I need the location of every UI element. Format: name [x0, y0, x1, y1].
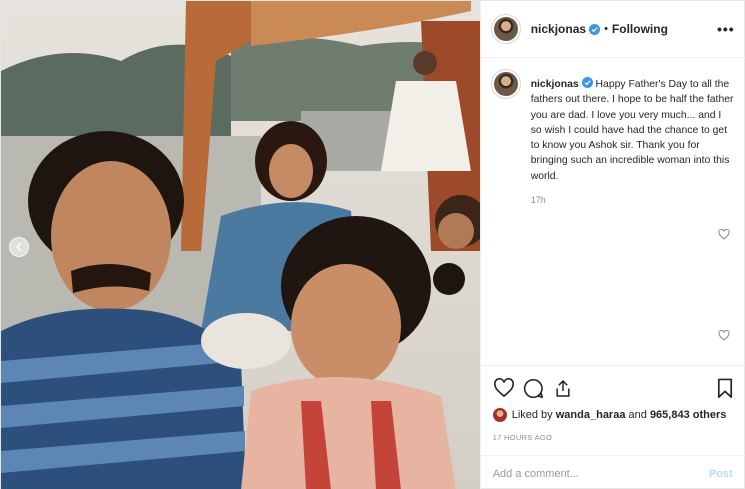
post-age: 17 HOURS AGO: [492, 433, 553, 442]
caption-username[interactable]: nickjonas: [531, 79, 579, 90]
caption-avatar[interactable]: [490, 69, 521, 99]
chevron-left-icon: [15, 242, 22, 252]
post-side-panel: nickjonas • Following ••• nickjonas Happ…: [479, 1, 745, 489]
post-comment-button[interactable]: Post: [709, 468, 733, 480]
following-button[interactable]: Following: [612, 22, 668, 36]
heart-icon[interactable]: [718, 229, 730, 240]
bookmark-icon[interactable]: [717, 378, 733, 399]
avatar-image: [493, 72, 518, 96]
comment-bar: Post: [480, 455, 745, 489]
verified-badge-icon: [581, 77, 593, 88]
heart-icon[interactable]: [718, 330, 730, 341]
avatar-image: [493, 17, 518, 41]
verified-badge-icon: [589, 23, 601, 35]
likes-summary: Liked by wanda_haraa and 965,843 others: [492, 408, 726, 422]
comment-icon[interactable]: [523, 378, 544, 399]
caption-timestamp: 17h: [530, 195, 546, 205]
more-icon[interactable]: •••: [717, 21, 735, 37]
carousel-prev-button[interactable]: [9, 237, 29, 257]
post-header: nickjonas • Following •••: [480, 1, 745, 58]
likes-count[interactable]: 965,843 others: [650, 409, 726, 421]
likes-prefix: Liked by: [511, 409, 553, 421]
caption-text-block: nickjonas Happy Father's Day to all the …: [531, 77, 735, 184]
liker-username[interactable]: wanda_haraa: [556, 409, 626, 421]
photo-image: [1, 1, 480, 489]
username-link[interactable]: nickjonas: [531, 22, 586, 36]
avatar[interactable]: [490, 14, 521, 44]
like-heart-icon[interactable]: [493, 378, 515, 398]
likes-and: and: [628, 409, 647, 421]
caption-text: Happy Father's Day to all the fathers ou…: [530, 79, 734, 182]
share-icon[interactable]: [553, 378, 573, 399]
comment-input[interactable]: [492, 467, 693, 480]
post-actions: Liked by wanda_haraa and 965,843 others …: [480, 365, 745, 489]
caption: nickjonas Happy Father's Day to all the …: [490, 69, 735, 184]
instagram-post: nickjonas • Following ••• nickjonas Happ…: [0, 0, 745, 489]
liker-avatar[interactable]: [492, 408, 507, 422]
post-photo[interactable]: [1, 1, 480, 489]
separator-dot: •: [604, 23, 608, 35]
